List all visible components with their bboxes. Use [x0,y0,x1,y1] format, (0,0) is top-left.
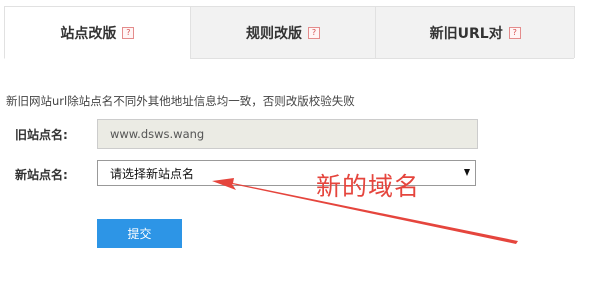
tab-bar: 站点改版 ? 规则改版 ? 新旧URL对 ? [4,6,575,59]
tab-site-revision[interactable]: 站点改版 ? [4,7,190,59]
help-icon[interactable]: ? [122,26,135,39]
tab-label: 站点改版 [60,25,117,42]
submit-button[interactable]: 提交 [97,219,182,248]
tab-rule-revision[interactable]: 规则改版 ? [189,7,376,59]
tab-url-mapping[interactable]: 新旧URL对 ? [375,7,574,59]
revision-notice: 新旧网站url除站点名不同外其他地址信息均一致，否则改版校验失败 [6,94,355,108]
new-site-select-value: 请选择新站点名 [110,166,195,181]
old-site-label: 旧站点名: [15,128,68,142]
help-icon[interactable]: ? [308,26,320,39]
tab-label: 新旧URL对 [429,25,503,42]
site-revision-page: 站点改版 ? 规则改版 ? 新旧URL对 ? 新旧网站url除站点名不同外其他地… [0,0,615,284]
new-site-label: 新站点名: [15,168,68,182]
tab-label: 规则改版 [246,25,302,42]
old-site-field[interactable] [97,119,478,149]
chevron-down-icon [464,169,470,176]
help-icon[interactable]: ? [508,26,521,39]
annotation-text: 新的域名 [316,172,421,201]
